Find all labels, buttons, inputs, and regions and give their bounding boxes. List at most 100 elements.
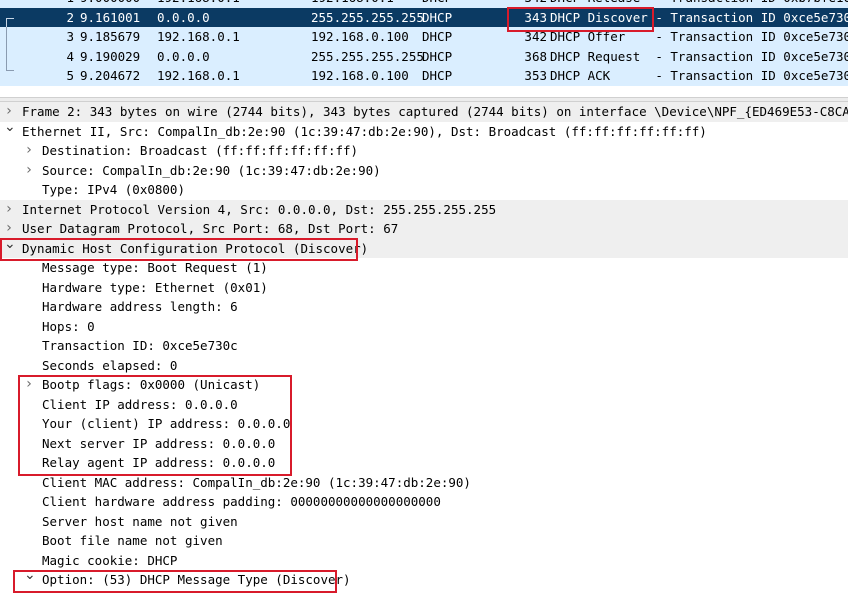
packet-time: 9.204672 — [80, 68, 141, 83]
tree-field-row[interactable]: Hops: 0 — [0, 317, 848, 337]
packet-protocol: DHCP — [422, 48, 453, 64]
packet-protocol: DHCP — [422, 68, 453, 83]
tree-field-row[interactable]: Transaction ID: 0xce5e730c — [0, 336, 848, 356]
packet-source: 192.168.0.1 — [157, 29, 240, 44]
tree-row-text: Relay agent IP address: 0.0.0.0 — [42, 455, 276, 470]
tree-protocol-row[interactable]: › Frame 2: 343 bytes on wire (2744 bits),… — [0, 102, 848, 122]
tree-field-row[interactable]: Client MAC address: CompalIn_db:2e:90 (1… — [0, 473, 848, 493]
packet-source: 0.0.0.0 — [157, 9, 210, 25]
conversation-bracket-icon — [6, 17, 14, 19]
tree-field-row[interactable]: › Bootp flags: 0x0000 (Unicast) — [0, 375, 848, 395]
tree-row-text: Bootp flags: 0x0000 (Unicast) — [42, 377, 261, 392]
tree-row-text: Client MAC address: CompalIn_db:2e:90 (1… — [42, 474, 471, 490]
tree-field-row[interactable]: Hardware address length: 6 — [0, 297, 848, 317]
packet-destination: 255.255.255.255 — [311, 48, 424, 64]
tree-field-row[interactable]: Client hardware address padding: 0000000… — [0, 492, 848, 512]
packet-row-selected[interactable]: 2 9.161001 0.0.0.0 255.255.255.255 DHCP 343 DH… — [0, 7, 848, 28]
tree-row-text: Boot file name not given — [42, 533, 223, 548]
packet-number: 2 — [66, 9, 74, 25]
packet-length: 343 — [524, 9, 547, 25]
tree-row-text: Client hardware address padding: 0000000… — [42, 494, 441, 509]
packet-destination: 192.168.0.100 — [311, 29, 409, 44]
packet-length: 368 — [524, 48, 547, 64]
packet-number: 1 — [48, 0, 74, 8]
packet-row[interactable]: 1 9.000000 192.168.0.1 192.168.0.1 DHCP 342DH… — [0, 0, 848, 8]
tree-field-row[interactable]: Hardware type: Ethernet (0x01) — [0, 278, 848, 298]
tree-row-text: Type: IPv4 (0x0800) — [42, 182, 185, 197]
tree-row-text: Hops: 0 — [42, 318, 95, 334]
packet-list: 19.000000192.168.0.1192.168.0.1DHCP342DH… — [0, 0, 848, 97]
tree-row-text: Destination: Broadcast (ff:ff:ff:ff:ff:f… — [42, 143, 359, 158]
tree-row-text: Hardware address length: 6 — [42, 299, 238, 314]
tree-field-row[interactable]: Client IP address: 0.0.0.0 — [0, 395, 848, 415]
packet-protocol: DHCP — [422, 0, 452, 8]
packet-info: DHCP Discover - Transaction ID 0xce5e730… — [550, 9, 848, 25]
expanded-arrow-icon[interactable]: ⌄ — [4, 118, 16, 138]
tree-row-text: Server host name not given — [42, 513, 238, 529]
tree-row-text: Transaction ID: 0xce5e730c — [42, 338, 238, 353]
packet-protocol: DHCP — [422, 29, 453, 44]
packet-time: 9.190029 — [80, 48, 141, 64]
tree-row-text: Internet Protocol Version 4, Src: 0.0.0.… — [22, 201, 497, 217]
packet-info: DHCP ACK - Transaction ID 0xce5e730c — [550, 68, 848, 83]
packet-number: 4 — [66, 48, 74, 64]
tree-row-text: Hardware type: Ethernet (0x01) — [42, 279, 268, 295]
collapsed-arrow-icon[interactable]: › — [24, 161, 34, 181]
tree-protocol-row[interactable]: › Internet Protocol Version 4, Src: 0.0.0… — [0, 199, 848, 220]
packet-destination: 255.255.255.255 — [311, 9, 424, 25]
tree-protocol-row[interactable]: ⌄ Ethernet II, Src: CompalIn_db:2e:90 (1c… — [0, 119, 848, 142]
tree-field-row[interactable]: Your (client) IP address: 0.0.0.0 — [0, 414, 848, 434]
tree-row-text: Source: CompalIn_db:2e:90 (1c:39:47:db:2… — [42, 162, 381, 178]
tree-row-text: Message type: Boot Request (1) — [42, 260, 268, 275]
packet-length: 342 — [524, 29, 547, 44]
tree-row-text: Ethernet II, Src: CompalIn_db:2e:90 (1c:… — [22, 123, 707, 139]
collapsed-arrow-icon[interactable]: › — [24, 375, 34, 395]
tree-protocol-row[interactable]: ⌄ Dynamic Host Configuration Protocol (Di… — [0, 236, 848, 258]
tree-row-text: Your (client) IP address: 0.0.0.0 — [42, 416, 291, 431]
tree-field-row[interactable]: Type: IPv4 (0x0800) — [0, 180, 848, 200]
packet-info: DHCP Request - Transaction ID 0xce5e730c — [550, 48, 848, 64]
packet-destination: 192.168.0.1 — [311, 0, 394, 8]
packet-time: 9.185679 — [80, 29, 141, 44]
conversation-line-icon — [6, 17, 7, 28]
tree-row-text: Client IP address: 0.0.0.0 — [42, 396, 238, 412]
tree-field-row[interactable]: Boot file name not given — [0, 531, 848, 551]
packet-time: 9.161001 — [80, 9, 141, 25]
tree-field-row[interactable]: Message type: Boot Request (1) — [0, 258, 848, 278]
expanded-arrow-icon[interactable]: ⌄ — [4, 235, 16, 255]
tree-field-row[interactable]: Magic cookie: DHCP — [0, 551, 848, 571]
tree-field-row[interactable]: ⌄ Option: (53) DHCP Message Type (Discove… — [0, 567, 848, 590]
collapsed-arrow-icon[interactable]: › — [4, 200, 14, 220]
tree-field-row[interactable]: Next server IP address: 0.0.0.0 — [0, 434, 848, 454]
conversation-line-icon — [6, 46, 7, 67]
tree-row-text: Frame 2: 343 bytes on wire (2744 bits), … — [22, 104, 848, 119]
packet-time: 9.000000 — [80, 0, 140, 8]
expanded-arrow-icon[interactable]: ⌄ — [24, 566, 36, 586]
tree-field-row[interactable]: Seconds elapsed: 0 — [0, 356, 848, 376]
packet-row[interactable]: 3 9.185679 192.168.0.1 192.168.0.100 DHCP 342… — [0, 27, 848, 47]
packet-protocol: DHCP — [422, 9, 453, 25]
tree-protocol-row[interactable]: › User Datagram Protocol, Src Port: 68, D… — [0, 219, 848, 239]
packet-number: 5 — [66, 68, 74, 83]
tree-row-text: Next server IP address: 0.0.0.0 — [42, 435, 276, 451]
packet-details-tree: › Frame 2: 343 bytes on wire (2744 bits),… — [0, 102, 848, 596]
tree-row-text: Option: (53) DHCP Message Type (Discover… — [42, 572, 351, 587]
conversation-line-icon — [6, 66, 7, 70]
packet-source: 192.168.0.1 — [157, 0, 240, 8]
packet-length: 342 — [523, 0, 547, 8]
tree-field-row[interactable]: Relay agent IP address: 0.0.0.0 — [0, 453, 848, 473]
tree-field-row[interactable]: › Destination: Broadcast (ff:ff:ff:ff:ff:… — [0, 141, 848, 161]
tree-row-text: Dynamic Host Configuration Protocol (Dis… — [22, 240, 369, 256]
packet-source: 192.168.0.1 — [157, 68, 240, 83]
tree-field-row[interactable]: Server host name not given — [0, 512, 848, 532]
conversation-bracket-icon — [6, 70, 14, 71]
tree-row-text: Seconds elapsed: 0 — [42, 357, 178, 373]
collapsed-arrow-icon[interactable]: › — [24, 141, 34, 161]
tree-row-text: Magic cookie: DHCP — [42, 552, 178, 568]
conversation-line-icon — [6, 27, 7, 47]
packet-destination: 192.168.0.100 — [311, 68, 409, 83]
packet-row[interactable]: 5 9.204672 192.168.0.1 192.168.0.100 DHCP 353… — [0, 66, 848, 86]
packet-row[interactable]: 4 9.190029 0.0.0.0 255.255.255.255 DHCP 368 DH… — [0, 46, 848, 67]
tree-field-row[interactable]: › Source: CompalIn_db:2e:90 (1c:39:47:db:… — [0, 161, 848, 181]
packet-source: 0.0.0.0 — [157, 48, 210, 64]
